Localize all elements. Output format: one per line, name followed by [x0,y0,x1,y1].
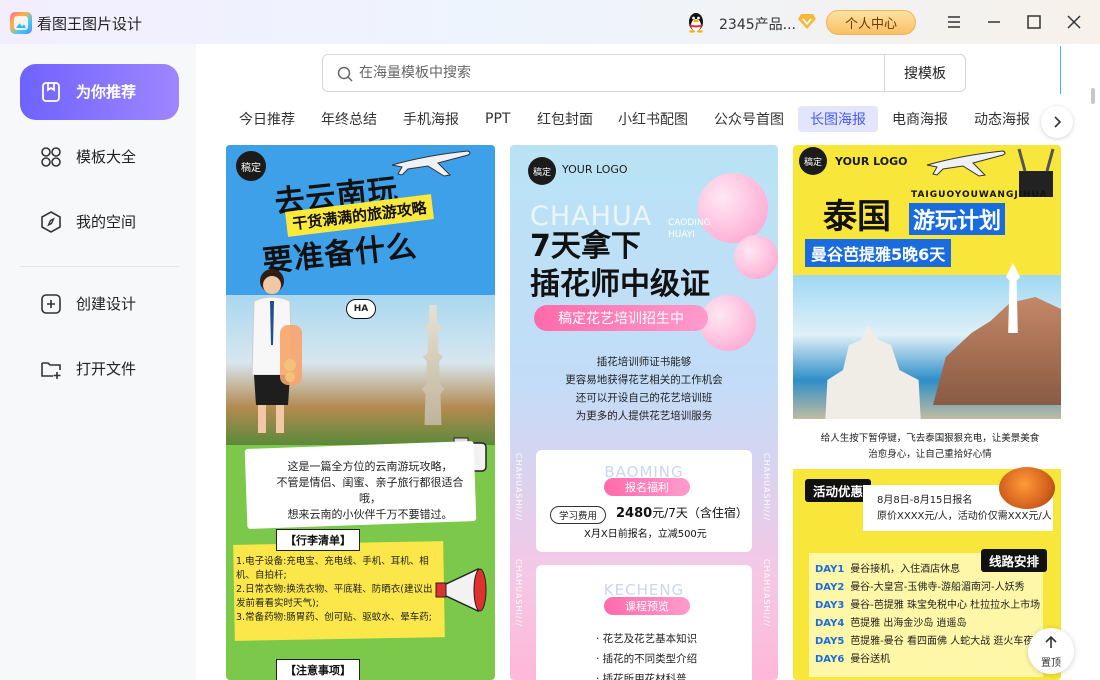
template-card-yunnan[interactable]: 稿定 去云南玩 干货满满的旅游攻略 要准备什么 HA 这是一篇全方位的云南游玩攻… [226,145,495,680]
decor-bubble [734,235,778,279]
personal-center-button[interactable]: 个人中心 [826,10,916,35]
card-title: 泰国 [823,197,891,237]
benefits-tag: 报名福利 [604,478,690,496]
card-tag: 稿定 [799,147,827,175]
tabs-next-button[interactable] [1041,106,1073,138]
sidebar-item-create-design[interactable]: 创建设计 [20,276,179,332]
tab-phone-poster[interactable]: 手机海报 [391,106,471,132]
notes-title: 【注意事项】 [276,659,360,680]
bookmark-icon [42,82,60,102]
template-card-thailand[interactable]: 稿定 YOUR LOGO TAIGUOYOUWANGJIHUA 泰国 游玩计划 … [793,145,1061,680]
card-title-line2: 插花师中级证 [530,267,710,302]
course-description: 插花培训师证书能够 更容易地获得花艺相关的工作机会 还可以开设自己的花艺培训班 … [565,356,723,422]
logo-text: YOUR LOGO [562,163,628,176]
tab-animated-poster[interactable]: 动态海报 [962,106,1042,132]
fee-label: 学习费用 [550,506,607,524]
airplane-icon [926,150,1006,177]
back-to-top-button[interactable]: 置顶 [1028,628,1074,674]
logo-text: YOUR LOGO [835,155,908,168]
course-list: · 花艺及花艺基本知识 · 插花的不同类型介绍 · 插花所用花材科普 [596,633,698,680]
sidebar-item-label: 我的空间 [76,213,137,231]
intro-text: 这是一篇全方位的云南游玩攻略， 不管是情侣、闺蜜、亲子旅行都很适合哦， 想来云南… [276,460,464,521]
sidebar-item-templates[interactable]: 模板大全 [20,129,179,185]
close-icon[interactable] [1064,12,1084,32]
megaphone-icon [435,567,487,613]
route-banner: 曼谷芭提雅5晚6天 [805,239,952,267]
app-logo-icon [10,12,32,34]
minimize-icon[interactable] [984,12,1004,32]
search-templates-button[interactable]: 搜模板 [884,54,966,92]
back-to-top-label: 置顶 [1041,658,1061,669]
user-name[interactable]: 2345产品... [719,14,796,34]
itinerary-list: DAY1 曼谷接机，入住酒店休息 DAY2 曼谷-大皇宫-玉佛寺-游船湄南河-人… [815,564,1044,665]
chevron-right-icon [1054,116,1062,128]
card-title-highlight: 游玩计划 [909,203,1006,235]
tab-ecommerce-poster[interactable]: 电商海报 [880,106,960,132]
tab-wechat-cover[interactable]: 公众号首图 [702,106,796,132]
packing-list: 1.电子设备:充电宝、充电线、手机、耳机、相机、自拍杆; 2.日常衣物:换洗衣物… [236,556,433,623]
sidebar-item-my-space[interactable]: 我的空间 [20,194,179,250]
offer-badge: 活动优惠 [805,479,872,502]
tab-today[interactable]: 今日推荐 [227,106,307,132]
sidebar-item-label: 模板大全 [76,148,137,166]
qq-penguin-avatar-icon[interactable] [684,10,708,34]
fee-note: X月X日前报名，立减500元 [584,529,707,540]
list-title: 【行李清单】 [276,529,360,551]
fee-value: 2480元/7天（含住宿） [616,506,748,521]
side-text: CHAHUASHI/// [762,453,771,521]
enrollment-pill: 稿定花艺培训招生中 [534,305,708,331]
plus-square-icon [41,294,61,314]
tab-xiaohongshu[interactable]: 小红书配图 [606,106,700,132]
category-tabs: 今日推荐 年终总结 手机海报 PPT 红包封面 小红书配图 公众号首图 长图海报… [196,104,1100,134]
pinyin-text: TAIGUOYOUWANGJIHUA [911,190,1048,200]
sidebar-item-open-file[interactable]: 打开文件 [20,341,179,397]
app-title: 看图王图片设计 [37,15,143,33]
search-input[interactable] [359,63,879,83]
title-bar: 看图王图片设计 2345产品... 个人中心 [0,0,1100,44]
side-text: CHAHUASHI/// [514,453,523,521]
vip-diamond-icon[interactable] [797,13,817,30]
template-card-flower-course[interactable]: 稿定 YOUR LOGO CHAHUA CAODING HUAYI 7天拿下 插花… [510,145,778,680]
sidebar: 为你推荐 模板大全 我的空间 创建设计 打开文件 [0,44,196,680]
sidebar-divider [20,266,179,267]
card-tag: 稿定 [528,157,556,185]
folder-plus-icon [41,362,61,379]
tab-ppt[interactable]: PPT [473,106,522,132]
menu-icon[interactable] [944,12,964,32]
arrow-up-icon [1045,635,1057,648]
sidebar-item-label: 为你推荐 [76,83,137,101]
sidebar-item-label: 创建设计 [76,295,137,313]
decor-bubble [700,295,756,351]
side-text: CHAHUASHI/// [514,559,523,627]
sidebar-item-recommend[interactable]: 为你推荐 [20,64,179,120]
sidebar-item-label: 打开文件 [76,360,137,378]
main-content: 搜模板 今日推荐 年终总结 手机海报 PPT 红包封面 小红书配图 公众号首图 … [196,44,1100,680]
course-preview-tag: 课程预览 [604,597,690,615]
offer-text: 8月8日-8月15日报名 原价XXXX元/人，活动价仅需XXX元/人 [877,495,1052,522]
scrollbar-thumb[interactable] [1091,88,1095,104]
grid-icon [41,147,61,167]
tab-year-end[interactable]: 年终总结 [309,106,389,132]
tab-red-envelope[interactable]: 红包封面 [525,106,605,132]
ghost-subtitle: CAODING HUAYI [668,218,711,240]
divider [1060,46,1061,94]
search-icon [337,66,353,82]
card-tag: 稿定 [236,151,266,181]
compass-icon [41,211,61,233]
side-text: CHAHUASHI/// [762,559,771,627]
intro-text: 给人生按下暂停键，飞去泰国狠狠充电，让美景美食 治愈身心，让自己重拾好心情 [820,433,1040,460]
speech-bubble: HA [346,299,376,319]
maximize-icon[interactable] [1024,12,1044,32]
tab-long-poster[interactable]: 长图海报 [798,106,878,132]
search-bar [322,54,966,92]
person-with-drink-image [251,269,302,433]
